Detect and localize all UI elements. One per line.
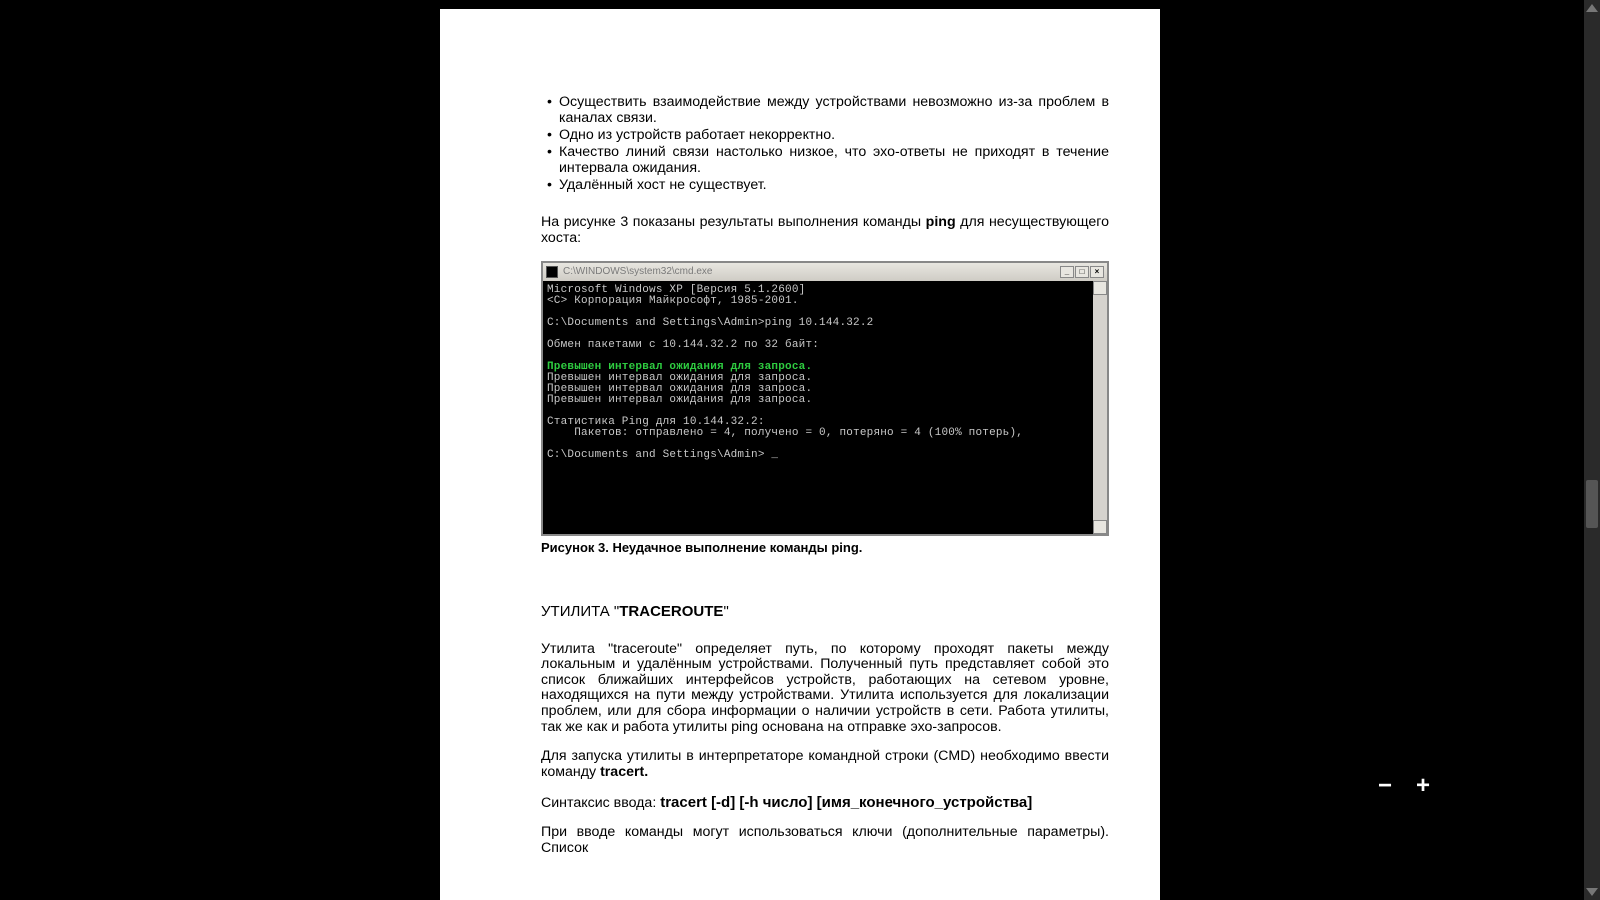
ping-keyword: ping bbox=[926, 214, 956, 230]
syntax-command: tracert [-d] [-h число] [имя_конечного_у… bbox=[660, 794, 1032, 811]
bullet-item: Качество линий связи настолько низкое, ч… bbox=[541, 144, 1109, 176]
zoom-in-button[interactable]: + bbox=[1411, 776, 1435, 800]
cmd-body: Microsoft Windows XP [Версия 5.1.2600]<C… bbox=[543, 281, 1107, 534]
close-icon: × bbox=[1090, 266, 1104, 278]
cmd-titlebar: C:\WINDOWS\system32\cmd.exe _ □ × bbox=[543, 263, 1107, 281]
cmd-output-line: Microsoft Windows XP [Версия 5.1.2600] bbox=[547, 285, 1089, 296]
syntax-line: Синтаксис ввода: tracert [-d] [-h число]… bbox=[541, 794, 1109, 811]
figure-caption: Рисунок 3. Неудачное выполнение команды … bbox=[541, 540, 1109, 555]
cmd-output-line: <C> Корпорация Майкрософт, 1985-2001. bbox=[547, 296, 1089, 307]
bullet-item: Удалённый хост не существует. bbox=[541, 177, 1109, 193]
cmd-output-line: Превышен интервал ожидания для запроса. bbox=[547, 362, 1089, 373]
cmd-output-line: Обмен пакетами с 10.144.32.2 по 32 байт: bbox=[547, 340, 1089, 351]
cmd-output-line: Превышен интервал ожидания для запроса. bbox=[547, 373, 1089, 384]
cmd-screenshot: C:\WINDOWS\system32\cmd.exe _ □ × Micros… bbox=[541, 261, 1109, 536]
document-viewer: Осуществить взаимодействие между устройс… bbox=[0, 0, 1600, 900]
scroll-down-icon[interactable] bbox=[1586, 888, 1598, 896]
bullet-list: Осуществить взаимодействие между устройс… bbox=[541, 94, 1109, 193]
cmd-output-line: Превышен интервал ожидания для запроса. bbox=[547, 384, 1089, 395]
scroll-up-icon[interactable] bbox=[1586, 4, 1598, 12]
paragraph-trail: При вводе команды могут использоваться к… bbox=[541, 825, 1109, 856]
page-content: Осуществить взаимодействие между устройс… bbox=[541, 94, 1109, 857]
zoom-controls: − + bbox=[1373, 776, 1435, 800]
minimize-icon: _ bbox=[1060, 266, 1074, 278]
text: " bbox=[723, 603, 728, 620]
bullet-item: Осуществить взаимодействие между устройс… bbox=[541, 94, 1109, 126]
cmd-output-line bbox=[547, 439, 1089, 450]
cmd-app-icon bbox=[546, 266, 558, 278]
cmd-output-line bbox=[547, 307, 1089, 318]
scroll-thumb[interactable] bbox=[1586, 480, 1598, 528]
cmd-output-line bbox=[547, 406, 1089, 417]
paragraph-ping-intro: На рисунке 3 показаны результаты выполне… bbox=[541, 215, 1109, 246]
traceroute-keyword: TRACEROUTE bbox=[619, 603, 723, 620]
tracert-keyword: tracert. bbox=[600, 764, 648, 780]
cmd-output-line: C:\Documents and Settings\Admin>ping 10.… bbox=[547, 318, 1089, 329]
cmd-output-line: C:\Documents and Settings\Admin> _ bbox=[547, 450, 1089, 461]
cmd-output-line bbox=[547, 351, 1089, 362]
document-page: Осуществить взаимодействие между устройс… bbox=[440, 9, 1160, 900]
paragraph-traceroute-desc: Утилита "traceroute" определяет путь, по… bbox=[541, 642, 1109, 736]
section-heading-traceroute: УТИЛИТА "TRACEROUTE" bbox=[541, 603, 1109, 620]
viewer-scrollbar[interactable] bbox=[1584, 0, 1600, 900]
zoom-out-button[interactable]: − bbox=[1373, 776, 1397, 800]
text: На рисунке 3 показаны результаты выполне… bbox=[541, 214, 926, 230]
syntax-label: Синтаксис ввода: bbox=[541, 795, 660, 811]
bullet-item: Одно из устройств работает некорректно. bbox=[541, 127, 1109, 143]
cmd-title: C:\WINDOWS\system32\cmd.exe bbox=[563, 266, 1059, 277]
cmd-output-line bbox=[547, 329, 1089, 340]
cmd-output-line: Статистика Ping для 10.144.32.2: bbox=[547, 417, 1089, 428]
cmd-output-line: Пакетов: отправлено = 4, получено = 0, п… bbox=[547, 428, 1089, 439]
cmd-scroll-down-icon bbox=[1093, 520, 1107, 534]
maximize-icon: □ bbox=[1075, 266, 1089, 278]
paragraph-tracert-run: Для запуска утилиты в интерпретаторе ком… bbox=[541, 749, 1109, 780]
cmd-output-line: Превышен интервал ожидания для запроса. bbox=[547, 395, 1089, 406]
cmd-scroll-up-icon bbox=[1093, 281, 1107, 295]
text: УТИЛИТА " bbox=[541, 603, 619, 620]
